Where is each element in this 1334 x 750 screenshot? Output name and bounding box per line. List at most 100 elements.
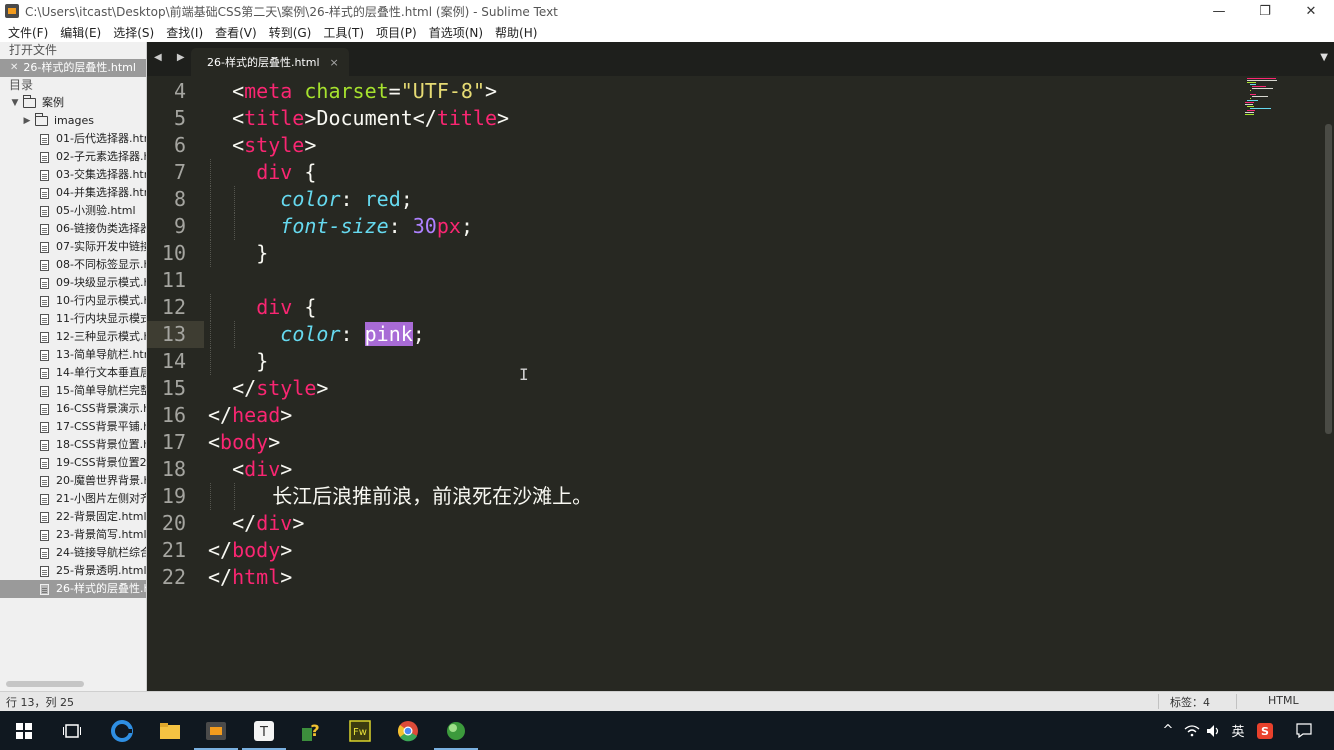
menu-item[interactable]: 工具(T) [317,24,370,41]
close-file-icon[interactable]: ✕ [10,59,18,77]
code-line[interactable]: <style> [232,132,316,159]
notification-center-icon[interactable] [1292,711,1316,750]
editor-vertical-scrollbar[interactable] [1325,124,1332,434]
code-line[interactable]: </head> [208,402,292,429]
help-app-button[interactable]: ? [288,711,336,750]
indent-guide [210,482,211,510]
edge-icon [111,719,133,742]
code-token: > [280,456,293,481]
sidebar-horizontal-scrollbar[interactable] [6,681,84,687]
file-item[interactable]: 08-不同标签显示.html [0,256,146,274]
tab-size-indicator[interactable]: 标签：4 [1170,694,1210,710]
minimize-button[interactable]: — [1196,0,1242,22]
file-item[interactable]: 07-实际开发中链接.html [0,238,146,256]
code-line[interactable]: } [256,348,268,375]
code-line[interactable]: </html> [208,564,292,591]
maximize-button[interactable]: ❐ [1242,0,1288,22]
file-item[interactable]: 12-三种显示模式.html [0,328,146,346]
menu-item[interactable]: 转到(G) [263,24,318,41]
input-language-indicator[interactable]: 英 [1228,711,1248,750]
file-item[interactable]: 22-背景固定.html [0,508,146,526]
syntax-indicator[interactable]: HTML [1268,694,1299,707]
code-line[interactable]: </style> [232,375,328,402]
menu-item[interactable]: 查找(I) [160,24,209,41]
typora-button[interactable]: T [240,711,288,750]
code-line[interactable]: <div> [232,456,292,483]
file-item[interactable]: 02-子元素选择器.html [0,148,146,166]
file-label: 10-行内显示模式.html [56,294,146,307]
file-item[interactable]: 05-小测验.html [0,202,146,220]
file-item[interactable]: 26-样式的层叠性.html [0,580,146,598]
tab-nav-arrows[interactable]: ◀ ▶ [154,52,191,63]
edge-browser-button[interactable] [98,711,146,750]
file-item[interactable]: 18-CSS背景位置.html [0,436,146,454]
menu-item[interactable]: 首选项(N) [423,24,489,41]
wifi-icon[interactable] [1182,711,1202,750]
file-item[interactable]: 24-链接导航栏综合.html [0,544,146,562]
line-number: 15 [161,375,186,400]
code-line[interactable]: <title>Document</title> [232,105,509,132]
menu-item[interactable]: 查看(V) [209,24,263,41]
expanded-arrow-icon[interactable]: ▼ [10,94,20,112]
file-item[interactable]: 19-CSS背景位置2.html [0,454,146,472]
file-item[interactable]: 13-简单导航栏.html [0,346,146,364]
menu-item[interactable]: 编辑(E) [54,24,107,41]
code-line[interactable]: </div> [232,510,304,537]
minimap[interactable] [1243,76,1313,122]
code-line[interactable]: div { [256,159,316,186]
file-item[interactable]: 04-并集选择器.html [0,184,146,202]
file-item[interactable]: 21-小图片左侧对齐.html [0,490,146,508]
file-item[interactable]: 14-单行文本垂直居中.html [0,364,146,382]
fireworks-button[interactable]: Fw [336,711,384,750]
root-folder[interactable]: ▼ 案例 [0,94,146,112]
sublime-text-button[interactable] [192,711,240,750]
close-button[interactable]: ✕ [1288,0,1334,22]
file-item[interactable]: 11-行内块显示模式.html [0,310,146,328]
code-line[interactable]: color: red; [280,186,412,213]
file-item[interactable]: 25-背景透明.html [0,562,146,580]
file-item[interactable]: 17-CSS背景平铺.html [0,418,146,436]
code-line[interactable]: <meta charset="UTF-8"> [232,78,497,105]
task-view-button[interactable] [48,711,96,750]
file-item[interactable]: 23-背景简写.html [0,526,146,544]
code-line[interactable]: } [256,240,268,267]
images-folder[interactable]: ▶ images [0,112,146,130]
menu-item[interactable]: 帮助(H) [489,24,543,41]
file-explorer-button[interactable] [146,711,194,750]
start-button[interactable] [0,711,48,750]
green-app-button[interactable] [432,711,480,750]
chrome-button[interactable] [384,711,432,750]
code-token: head [232,402,281,427]
collapsed-arrow-icon[interactable]: ▶ [22,112,32,130]
open-file-item[interactable]: ✕ 26-样式的层叠性.html [0,59,146,77]
menu-item[interactable]: 文件(F) [2,24,54,41]
tray-expand-icon[interactable]: ^ [1158,711,1178,750]
file-item[interactable]: 10-行内显示模式.html [0,292,146,310]
tab-dropdown-icon[interactable]: ▼ [1320,52,1328,63]
code-line[interactable]: <body> [208,429,280,456]
code-line[interactable]: font-size: 30px; [280,213,473,240]
code-token: style [256,375,317,400]
file-item[interactable]: 03-交集选择器.html [0,166,146,184]
volume-icon[interactable] [1204,711,1224,750]
code-line[interactable]: </body> [208,537,292,564]
file-item[interactable]: 06-链接伪类选择器.html [0,220,146,238]
file-item[interactable]: 01-后代选择器.html [0,130,146,148]
file-item[interactable]: 09-块级显示模式.html [0,274,146,292]
file-item[interactable]: 16-CSS背景演示.html [0,400,146,418]
code-line[interactable]: 长江后浪推前浪，前浪死在沙滩上。 [272,483,592,510]
line-number: 11 [161,267,186,292]
file-item[interactable]: 15-简单导航栏完整.html [0,382,146,400]
line-number: 10 [161,240,186,265]
code-token: </ [208,564,233,589]
menu-item[interactable]: 项目(P) [370,24,423,41]
menu-item[interactable]: 选择(S) [107,24,160,41]
code-editor[interactable]: 4 5 6 7 8 9 10 11 12 13 14 15 16 17 18 19 20 21 22 <meta c… [147,76,1334,691]
tab-active-file[interactable]: 26-样式的层叠性.html × [191,48,349,76]
file-item[interactable]: 20-魔兽世界背景.html [0,472,146,490]
tab-close-icon[interactable]: × [330,56,339,69]
code-line[interactable]: color: pink; [280,321,425,348]
file-icon [40,295,49,307]
code-line[interactable]: div { [256,294,316,321]
input-method-icon[interactable]: S [1254,711,1276,750]
